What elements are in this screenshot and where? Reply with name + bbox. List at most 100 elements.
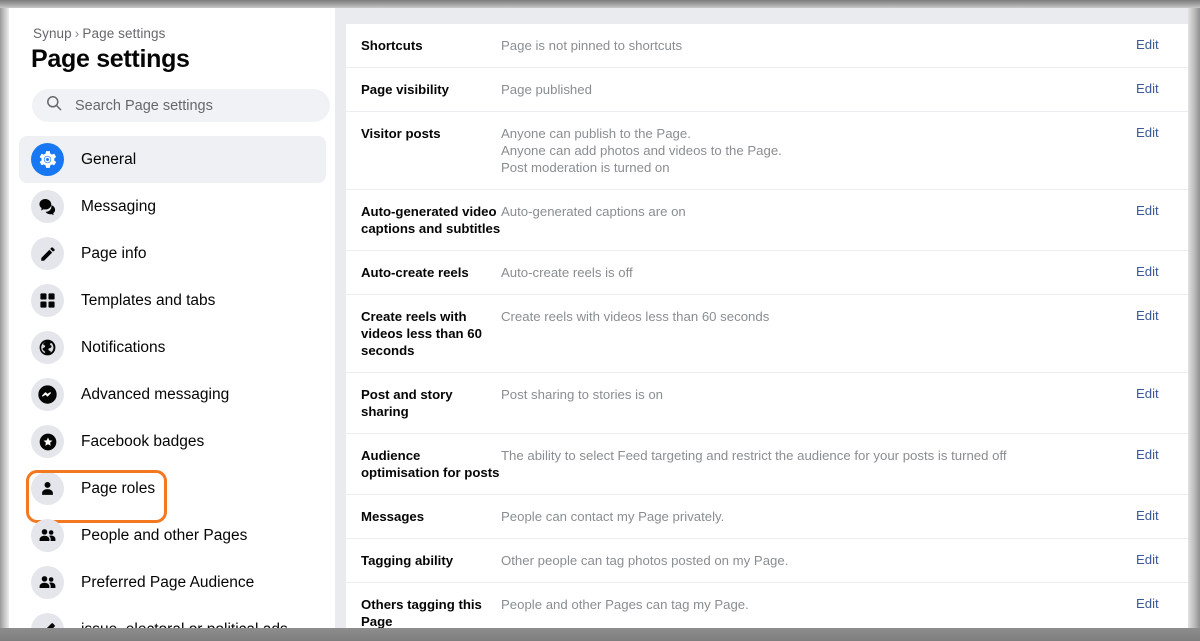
setting-value-line: Post sharing to stories is on (501, 387, 663, 402)
sidebar-item-templates-and-tabs[interactable]: Templates and tabs (19, 277, 326, 324)
setting-value: Other people can tag photos posted on my… (501, 552, 1136, 569)
table-row: Create reels with videos less than 60 se… (346, 295, 1188, 373)
edit-link[interactable]: Edit (1136, 508, 1188, 523)
search-icon (46, 95, 62, 116)
sidebar-item-preferred-page-audience[interactable]: Preferred Page Audience (19, 559, 326, 606)
setting-value-line: People can contact my Page privately. (501, 509, 725, 524)
setting-label: Post and story sharing (361, 387, 453, 419)
sidebar-item-general[interactable]: General (19, 136, 326, 183)
sidebar-item-messaging[interactable]: Messaging (19, 183, 326, 230)
gear-icon (31, 143, 64, 176)
settings-rows: Shortcuts Page is not pinned to shortcuts… (346, 24, 1188, 633)
setting-value: Anyone can publish to the Page. Anyone ca… (501, 125, 1136, 176)
sidebar-item-label: Preferred Page Audience (81, 573, 255, 591)
breadcrumb-separator: › (74, 26, 80, 41)
edit-link[interactable]: Edit (1136, 203, 1188, 218)
edit-link[interactable]: Edit (1136, 125, 1188, 140)
setting-label: Others tagging this Page (361, 597, 482, 629)
globe-icon (31, 331, 64, 364)
edit-link[interactable]: Edit (1136, 264, 1188, 279)
search-box[interactable] (32, 89, 330, 122)
sidebar-item-label: Page roles (81, 479, 156, 497)
sidebar-item-label: Advanced messaging (81, 385, 230, 403)
sidebar-item-label: Messaging (81, 197, 156, 215)
table-row: Post and story sharing Post sharing to st… (346, 373, 1188, 434)
setting-value-line: The ability to select Feed targeting and… (501, 448, 1007, 463)
edit-link[interactable]: Edit (1136, 37, 1188, 52)
sidebar-item-label: Notifications (81, 338, 166, 356)
setting-value-line: Post moderation is turned on (501, 160, 670, 175)
setting-value: Auto-generated captions are on (501, 203, 1136, 220)
table-row: Audience optimisation for posts The abili… (346, 434, 1188, 495)
table-row: Auto-create reels Auto-create reels is of… (346, 251, 1188, 295)
setting-value: People can contact my Page privately. (501, 508, 1136, 525)
table-row: Visitor posts Anyone can publish to the P… (346, 112, 1188, 190)
page-title: Page settings (31, 45, 190, 73)
setting-value: Page published (501, 81, 1136, 98)
sidebar-item-advanced-messaging[interactable]: Advanced messaging (19, 371, 326, 418)
star-badge-icon (31, 425, 64, 458)
app-window: Synup › Page settings Page settings Sear… (0, 0, 1200, 641)
edit-link[interactable]: Edit (1136, 552, 1188, 567)
window-top-edge (0, 0, 1200, 8)
sidebar-item-label: People and other Pages (81, 526, 248, 544)
window-bottom-edge (0, 628, 1200, 641)
table-row: Auto-generated video captions and subtit… (346, 190, 1188, 251)
sidebar-item-notifications[interactable]: Notifications (19, 324, 326, 371)
messenger-icon (31, 378, 64, 411)
setting-label: Auto-generated video captions and subtit… (361, 204, 501, 236)
setting-value-line: Other people can tag photos posted on my… (501, 553, 789, 568)
setting-value-line: Create reels with videos less than 60 se… (501, 309, 770, 324)
table-row: Messages People can contact my Page priva… (346, 495, 1188, 539)
settings-card: Shortcuts Page is not pinned to shortcuts… (346, 24, 1188, 633)
sidebar-item-label: General (81, 150, 137, 168)
sidebar-item-label: Templates and tabs (81, 291, 216, 309)
setting-value-line: Auto-generated captions are on (501, 204, 686, 219)
sidebar-item-label: Facebook badges (81, 432, 205, 450)
setting-label: Messages (361, 509, 425, 524)
grid-squares-icon (31, 284, 64, 317)
sidebar-nav: General Messaging Page info Templates an… (9, 136, 335, 633)
breadcrumb-root[interactable]: Synup (33, 26, 72, 41)
setting-value: Create reels with videos less than 60 se… (501, 308, 1136, 325)
people-icon (31, 566, 64, 599)
chat-bubbles-icon (31, 190, 64, 223)
edit-link[interactable]: Edit (1136, 81, 1188, 96)
setting-label: Auto-create reels (361, 265, 469, 280)
person-icon (31, 472, 64, 505)
edit-link[interactable]: Edit (1136, 308, 1188, 323)
sidebar-item-page-roles[interactable]: Page roles (19, 465, 326, 523)
setting-value: Post sharing to stories is on (501, 386, 1136, 403)
setting-value: Page is not pinned to shortcuts (501, 37, 1136, 54)
setting-value: People and other Pages can tag my Page. (501, 596, 1136, 613)
edit-link[interactable]: Edit (1136, 596, 1188, 611)
sidebar-item-people-and-other-pages[interactable]: People and other Pages (19, 512, 326, 559)
setting-label: Tagging ability (361, 553, 454, 568)
setting-label: Create reels with videos less than 60 se… (361, 309, 482, 358)
setting-value-line: Anyone can add photos and videos to the … (501, 143, 782, 158)
setting-value-line: People and other Pages can tag my Page. (501, 597, 749, 612)
setting-value-line: Page is not pinned to shortcuts (501, 38, 683, 53)
setting-value-line: Anyone can publish to the Page. (501, 126, 691, 141)
edit-link[interactable]: Edit (1136, 386, 1188, 401)
setting-label: Shortcuts (361, 38, 423, 53)
setting-value-line: Page published (501, 82, 592, 97)
sidebar-item-label: Page info (81, 244, 147, 262)
window-left-edge (0, 0, 9, 641)
sidebar-item-facebook-badges[interactable]: Facebook badges (19, 418, 326, 465)
setting-label: Audience optimisation for posts (361, 448, 500, 480)
people-icon (31, 519, 64, 552)
breadcrumb: Synup › Page settings (33, 26, 335, 41)
pencil-icon (31, 237, 64, 270)
table-row: Tagging ability Other people can tag phot… (346, 539, 1188, 583)
table-row: Shortcuts Page is not pinned to shortcuts… (346, 24, 1188, 68)
setting-value-line: Auto-create reels is off (501, 265, 633, 280)
edit-link[interactable]: Edit (1136, 447, 1188, 462)
table-row: Page visibility Page published Edit (346, 68, 1188, 112)
table-row: Others tagging this Page People and other… (346, 583, 1188, 633)
setting-value: The ability to select Feed targeting and… (501, 447, 1136, 464)
setting-label: Visitor posts (361, 126, 441, 141)
sidebar-item-page-info[interactable]: Page info (19, 230, 326, 277)
search-input[interactable] (73, 96, 303, 115)
setting-value: Auto-create reels is off (501, 264, 1136, 281)
